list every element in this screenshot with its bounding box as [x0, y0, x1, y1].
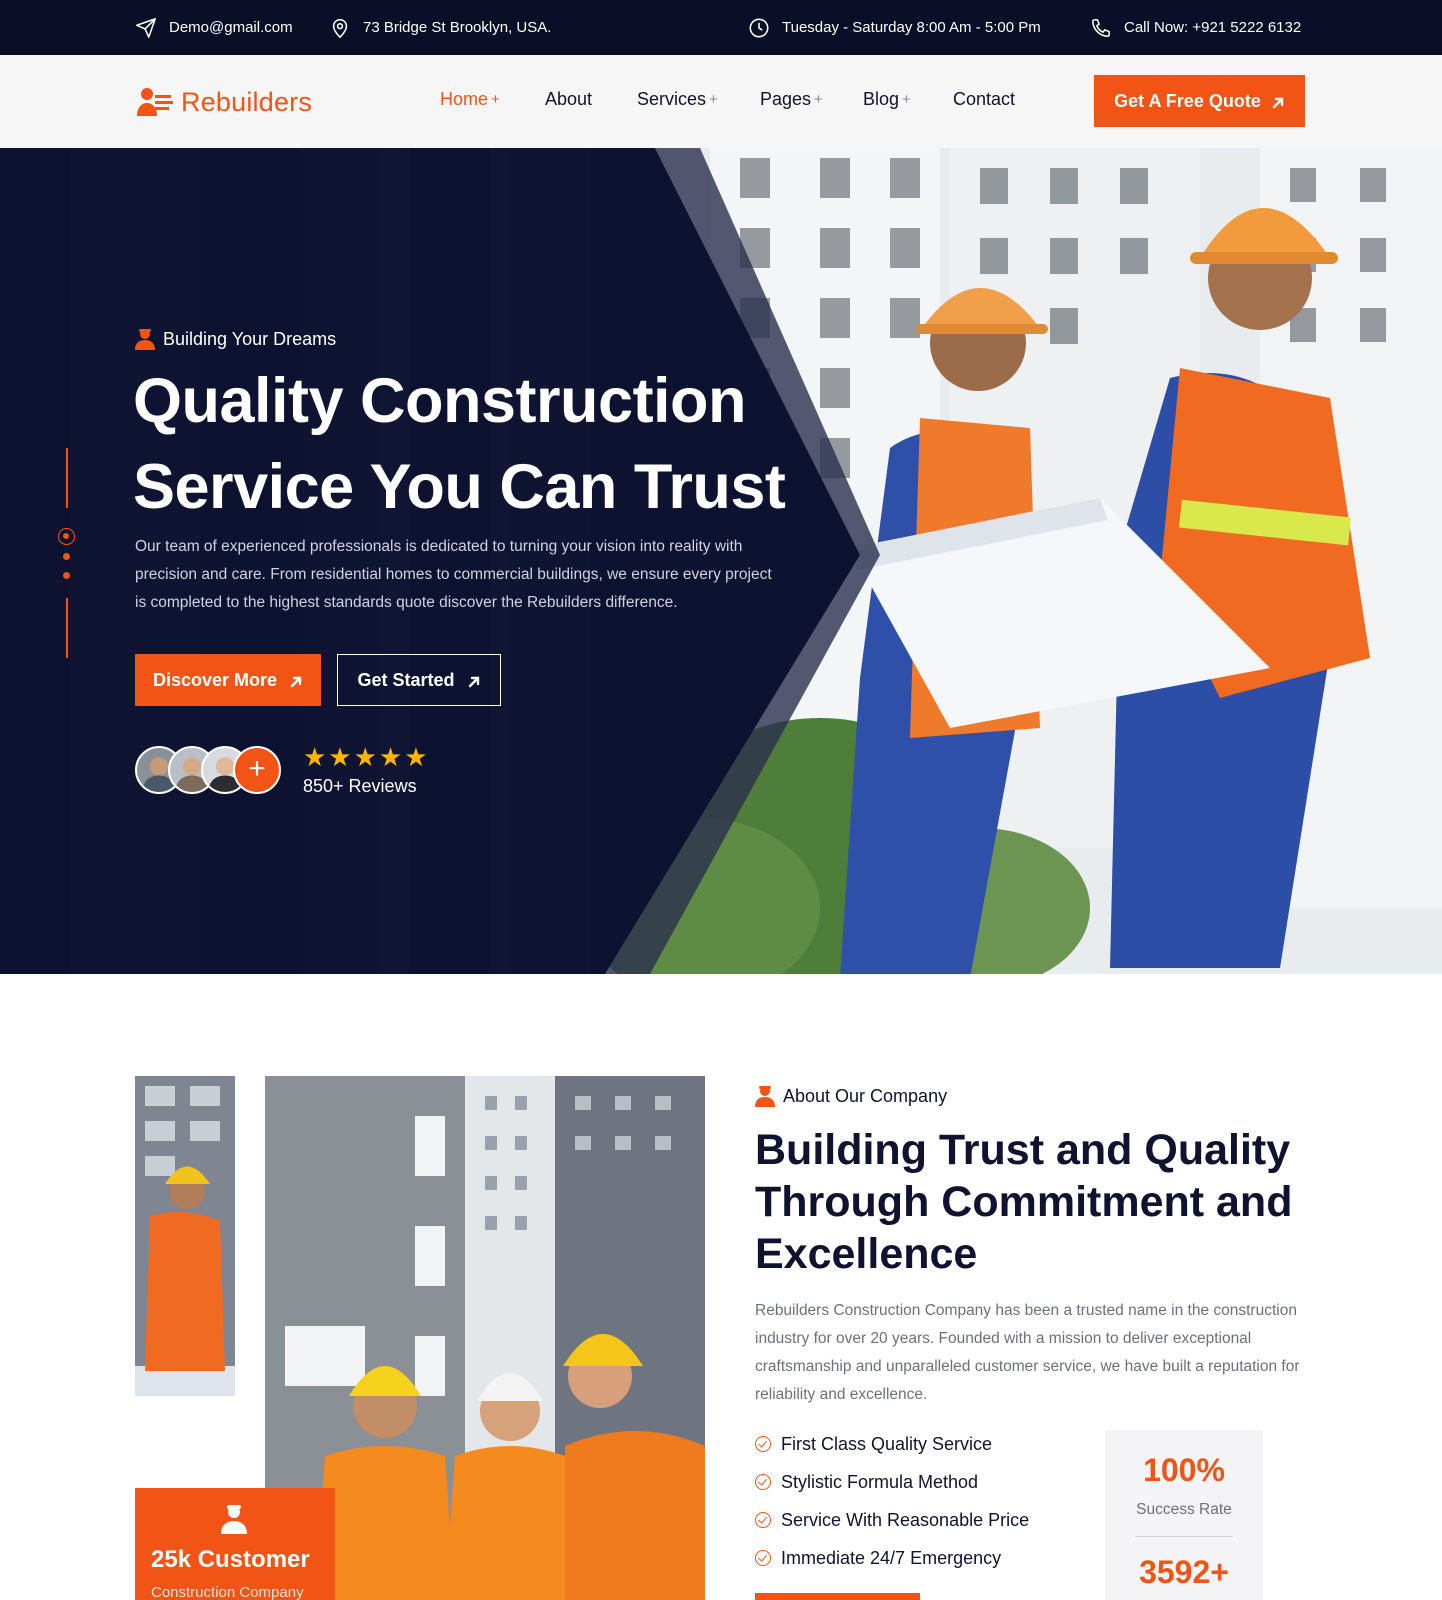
top-info-bar: Demo@gmail.com 73 Bridge St Brooklyn, US… [0, 0, 1442, 55]
topbar-phone[interactable]: Call Now: +921 5222 6132 [1090, 0, 1301, 55]
hero-section: Building Your Dreams Quality Constructio… [0, 148, 1442, 974]
nav-about[interactable]: About [545, 89, 592, 110]
feature-label: Immediate 24/7 Emergency [781, 1547, 1002, 1568]
discover-more-label: Discover More [152, 669, 278, 690]
paper-plane-icon [136, 17, 156, 38]
arrow-up-right-icon [467, 673, 481, 688]
site-logo[interactable]: Rebuilders [135, 85, 312, 119]
topbar-hours-text: Tuesday - Saturday 8:00 Am - 5:00 Pm [782, 19, 1041, 36]
worker-icon [221, 1505, 247, 1534]
about-title: Building Trust and Quality Through Commi… [755, 1126, 1293, 1278]
list-item: Stylistic Formula Method [755, 1463, 1029, 1501]
nav-contact-label: Contact [953, 89, 1016, 109]
hero-title-line1: Quality Construction [133, 366, 747, 436]
nav-contact[interactable]: Contact [953, 89, 1015, 110]
nav-home-plus: + [491, 91, 500, 108]
feature-label: Service With Reasonable Price [781, 1509, 1030, 1530]
nav-blog-label: Blog [863, 89, 900, 109]
feature-label: Stylistic Formula Method [781, 1471, 979, 1492]
stat-divider [1135, 1536, 1233, 1537]
nav-about-label: About [545, 89, 593, 109]
customer-count-card: 25k Customer Construction Company [135, 1488, 335, 1600]
customer-count: 25k Customer [151, 1546, 310, 1573]
get-started-button[interactable]: Get Started [337, 654, 501, 706]
map-pin-icon [332, 18, 348, 38]
check-circle-icon [755, 1436, 771, 1452]
slider-line-bottom [66, 598, 68, 658]
topbar-email[interactable]: Demo@gmail.com [135, 0, 293, 55]
site-header: Rebuilders Home + About Services + Pages + … [0, 55, 1442, 148]
slider-dot-2[interactable] [63, 553, 70, 560]
worker-icon [135, 329, 155, 350]
reviewer-avatars: + [135, 746, 285, 796]
phone-icon [1091, 18, 1111, 37]
hero-tag-text: Building Your Dreams [163, 328, 337, 349]
arrow-up-right-icon [289, 673, 303, 688]
feature-list: First Class Quality Service Stylistic Fo… [755, 1425, 1029, 1577]
reviews-count: 850+ Reviews [303, 776, 417, 796]
list-item: Immediate 24/7 Emergency [755, 1539, 1029, 1577]
hero-description: Our team of experienced professionals is… [135, 538, 772, 611]
discover-more-button[interactable]: Discover More [135, 654, 321, 706]
stats-card: 100% Success Rate 3592+ [1105, 1430, 1263, 1600]
about-tag: About Our Company [755, 1085, 947, 1107]
hero-slider-indicator [58, 448, 78, 808]
topbar-address: 73 Bridge St Brooklyn, USA. [329, 0, 551, 55]
nav-blog-plus: + [902, 91, 911, 108]
logo-icon [137, 88, 173, 116]
arrow-up-right-icon [1271, 94, 1285, 109]
slider-line-top [66, 448, 68, 508]
nav-services-label: Services [637, 89, 707, 109]
nav-pages-label: Pages [760, 89, 812, 109]
stat-success-label: Success Rate [1136, 1501, 1232, 1518]
stat-success-value: 100% [1143, 1452, 1225, 1488]
topbar-phone-text: Call Now: +921 5222 6132 [1124, 19, 1302, 36]
nav-services[interactable]: Services + [637, 89, 718, 110]
clock-icon [749, 18, 769, 37]
about-image-small [135, 1076, 235, 1396]
slider-dot-3[interactable] [63, 572, 70, 579]
worker-icon [755, 1086, 775, 1107]
about-more-button[interactable] [755, 1593, 920, 1600]
free-quote-label: Get A Free Quote [1114, 90, 1261, 111]
rating-stars: ★★★★★ [303, 744, 430, 770]
topbar-hours: Tuesday - Saturday 8:00 Am - 5:00 Pm [748, 0, 1041, 55]
nav-home[interactable]: Home + [440, 89, 500, 110]
nav-pages-plus: + [814, 91, 823, 108]
check-circle-icon [755, 1512, 771, 1528]
feature-label: First Class Quality Service [781, 1433, 993, 1454]
hero-title: Quality Construction Service You Can Tru… [133, 358, 833, 530]
check-circle-icon [755, 1550, 771, 1566]
check-circle-icon [755, 1474, 771, 1490]
nav-home-label: Home [440, 89, 489, 109]
hero-tag: Building Your Dreams [135, 328, 336, 350]
get-started-label: Get Started [357, 669, 455, 690]
slider-dot-1[interactable] [58, 528, 75, 545]
free-quote-button[interactable]: Get A Free Quote [1094, 75, 1305, 127]
topbar-email-text: Demo@gmail.com [169, 19, 293, 36]
customer-count-subtitle: Construction Company [151, 1584, 304, 1600]
nav-blog[interactable]: Blog + [863, 89, 911, 110]
list-item: Service With Reasonable Price [755, 1501, 1029, 1539]
topbar-address-text: 73 Bridge St Brooklyn, USA. [363, 19, 552, 36]
list-item: First Class Quality Service [755, 1425, 1029, 1463]
more-reviewers-button[interactable]: + [233, 746, 281, 794]
nav-services-plus: + [709, 91, 718, 108]
about-description: Rebuilders Construction Company has been… [755, 1302, 1300, 1403]
logo-text: Rebuilders [181, 86, 313, 117]
stat-projects-value: 3592+ [1139, 1554, 1229, 1590]
hero-title-line2: Service You Can Trust [133, 452, 786, 522]
star-rating: ★★★★★ [303, 742, 430, 772]
about-tag-text: About Our Company [783, 1085, 948, 1106]
nav-pages[interactable]: Pages + [760, 89, 823, 110]
